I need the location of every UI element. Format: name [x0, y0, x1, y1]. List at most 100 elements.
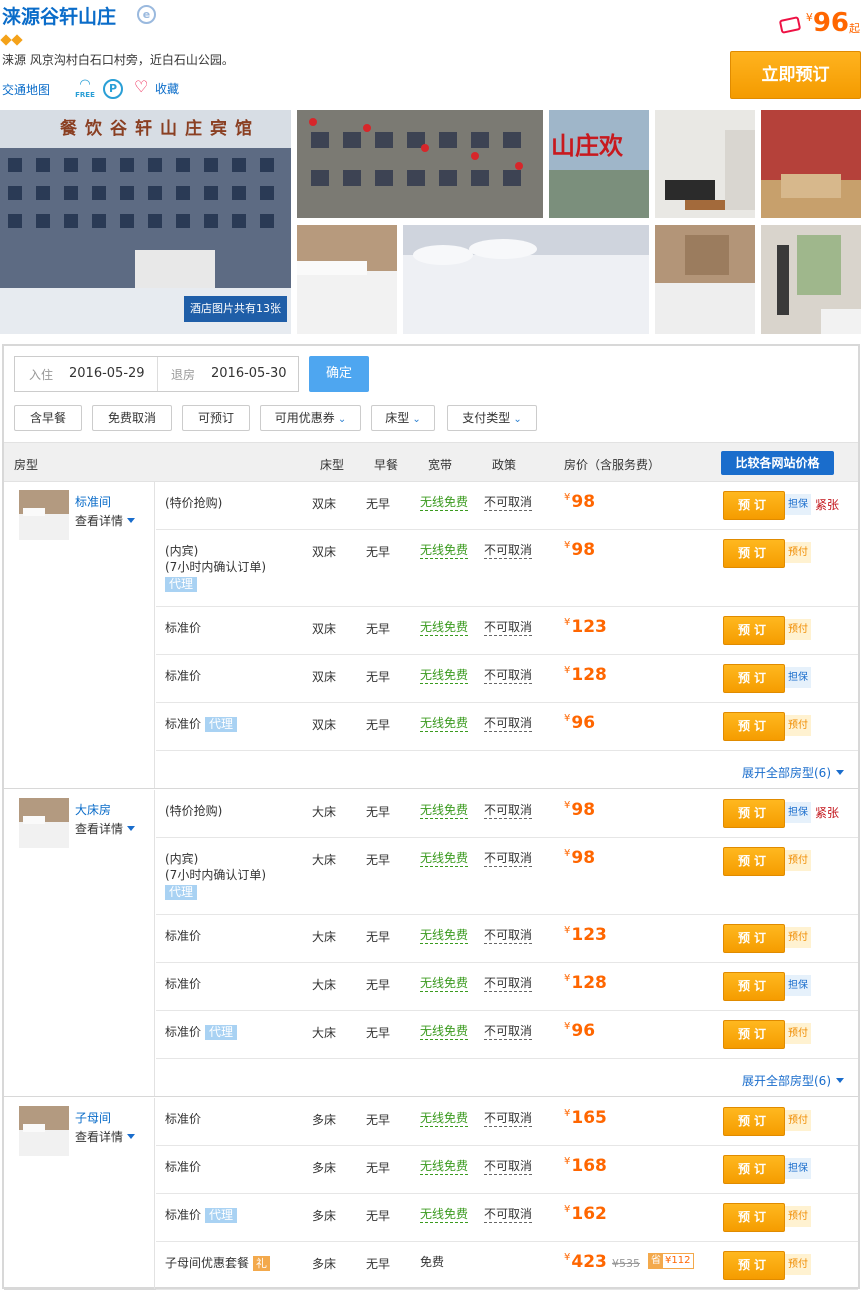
- photo-count-badge[interactable]: 酒店图片共有13张: [184, 296, 287, 322]
- heart-icon[interactable]: ♡: [134, 77, 148, 97]
- book-button[interactable]: 预订: [723, 1155, 785, 1184]
- room-price: ¥96: [564, 1021, 595, 1041]
- book-button[interactable]: 预订: [723, 799, 785, 828]
- room-window-photo[interactable]: [761, 225, 861, 334]
- filter-4[interactable]: 可用优惠券 ⌄: [260, 405, 361, 431]
- cancel-policy[interactable]: 不可取消: [484, 928, 533, 944]
- room-thumbnail[interactable]: [19, 490, 69, 540]
- checkin-date-input[interactable]: 2016-05-29: [69, 366, 145, 381]
- reception-photo[interactable]: [761, 110, 861, 218]
- internet[interactable]: 无线免费: [420, 668, 469, 684]
- room-thumbnail[interactable]: [19, 1106, 69, 1156]
- book-button[interactable]: 预订: [723, 664, 785, 693]
- compare-prices-button[interactable]: 比较各网站价格: [721, 451, 834, 475]
- expand-rooms-text[interactable]: 展开全部房型(6): [742, 1072, 844, 1089]
- filter-2[interactable]: 免费取消: [92, 405, 172, 431]
- rate-row: 标准价 大床 无早 无线免费 不可取消 ¥128 预订 担保: [156, 963, 858, 1011]
- date-selector[interactable]: 入住 2016-05-29 退房 2016-05-30: [14, 356, 299, 392]
- room-price: ¥128: [564, 665, 607, 685]
- internet[interactable]: 无线免费: [420, 1207, 469, 1223]
- twin-room-photo-2[interactable]: [655, 225, 755, 334]
- view-details-link[interactable]: 查看详情: [75, 820, 136, 837]
- book-button[interactable]: 预订: [723, 924, 785, 953]
- expand-rooms-link[interactable]: 展开全部房型(6): [156, 1059, 858, 1097]
- internet[interactable]: 无线免费: [420, 928, 469, 944]
- internet[interactable]: 无线免费: [420, 716, 469, 732]
- book-button[interactable]: 预订: [723, 972, 785, 1001]
- hotel-name[interactable]: 涞源谷轩山庄: [2, 2, 116, 29]
- welcome-sign-photo[interactable]: 山庄欢: [549, 110, 649, 218]
- hotel-exterior-photo[interactable]: 餐饮谷轩山庄宾馆 酒店图片共有13张: [0, 110, 291, 334]
- filter-label: 可预订: [197, 411, 234, 425]
- cancel-policy[interactable]: 不可取消: [484, 1159, 533, 1175]
- book-button[interactable]: 预订: [723, 616, 785, 645]
- rate-name-text: 标准价: [165, 669, 202, 683]
- internet[interactable]: 无线免费: [420, 543, 469, 559]
- book-button[interactable]: 预订: [723, 712, 785, 741]
- internet[interactable]: 无线免费: [420, 851, 469, 867]
- cancel-policy[interactable]: 不可取消: [484, 495, 533, 511]
- price-yen: ¥: [564, 1156, 571, 1167]
- hotel-facade-photo[interactable]: [297, 110, 543, 218]
- checkout-date-input[interactable]: 2016-05-30: [211, 366, 287, 381]
- book-button[interactable]: 预订: [723, 1020, 785, 1049]
- expand-rooms-text[interactable]: 展开全部房型(6): [742, 764, 844, 781]
- header-room-type: 房型: [14, 458, 39, 472]
- cancel-policy[interactable]: 不可取消: [484, 1111, 533, 1127]
- filter-6[interactable]: 支付类型 ⌄: [447, 405, 537, 431]
- cancel-policy[interactable]: 不可取消: [484, 1024, 533, 1040]
- internet[interactable]: 无线免费: [420, 495, 469, 511]
- cancel-policy[interactable]: 不可取消: [484, 851, 533, 867]
- book-button[interactable]: 预订: [723, 847, 785, 876]
- price-yen: ¥: [564, 925, 571, 936]
- view-details-link[interactable]: 查看详情: [75, 1128, 136, 1145]
- svg-text:山庄欢: 山庄欢: [551, 132, 624, 160]
- cancel-policy[interactable]: 不可取消: [484, 668, 533, 684]
- cancel-policy[interactable]: 不可取消: [484, 803, 533, 819]
- rate-row: 标准价 代理 双床 无早 无线免费 不可取消 ¥96 预订 预付: [156, 703, 858, 751]
- internet[interactable]: 无线免费: [420, 1111, 469, 1127]
- book-button[interactable]: 预订: [723, 1107, 785, 1136]
- rate-row: 标准价 多床 无早 无线免费 不可取消 ¥168 预订 担保: [156, 1146, 858, 1194]
- room-thumbnail[interactable]: [19, 798, 69, 848]
- internet[interactable]: 无线免费: [420, 1159, 469, 1175]
- map-link[interactable]: 交通地图: [2, 81, 50, 98]
- lobby-photo[interactable]: [655, 110, 755, 218]
- cancel-policy[interactable]: 不可取消: [484, 543, 533, 559]
- internet[interactable]: 无线免费: [420, 803, 469, 819]
- internet[interactable]: 无线免费: [420, 1024, 469, 1040]
- book-button[interactable]: 预订: [723, 539, 785, 568]
- diamond-icon: [11, 34, 23, 46]
- view-details-link[interactable]: 查看详情: [75, 512, 136, 529]
- rate-name: (特价抢购): [165, 495, 222, 511]
- book-button[interactable]: 预订: [723, 491, 785, 520]
- cancel-policy[interactable]: 不可取消: [484, 620, 533, 636]
- book-button[interactable]: 预订: [723, 1203, 785, 1232]
- bed-photo[interactable]: [403, 225, 649, 334]
- confirm-button[interactable]: 确定: [309, 356, 369, 392]
- agent-tag: 代理: [165, 885, 198, 900]
- book-now-button[interactable]: 立即预订: [730, 51, 861, 99]
- internet[interactable]: 无线免费: [420, 620, 469, 636]
- payment-type-badge: 预付: [785, 542, 811, 563]
- filter-3[interactable]: 可预订: [182, 405, 250, 431]
- cancel-policy[interactable]: 不可取消: [484, 716, 533, 732]
- price-yen: ¥: [564, 800, 571, 811]
- favorite-link[interactable]: 收藏: [155, 80, 179, 97]
- room-type-name[interactable]: 标准间: [75, 493, 111, 510]
- book-button[interactable]: 预订: [723, 1251, 785, 1280]
- filter-1[interactable]: 含早餐: [14, 405, 82, 431]
- filter-5[interactable]: 床型 ⌄: [371, 405, 435, 431]
- bed-type: 双床: [312, 545, 337, 559]
- rate-name-sub: (7小时内确认订单): [165, 868, 266, 882]
- room-type-name[interactable]: 子母间: [75, 1109, 111, 1126]
- room-price: ¥165: [564, 1108, 607, 1128]
- expand-rooms-link[interactable]: 展开全部房型(6): [156, 751, 858, 789]
- price-yen: ¥: [564, 1021, 571, 1032]
- twin-room-photo-1[interactable]: [297, 225, 397, 334]
- cancel-policy[interactable]: 不可取消: [484, 1207, 533, 1223]
- room-type-name[interactable]: 大床房: [75, 801, 111, 818]
- rate-row: 标准价 双床 无早 无线免费 不可取消 ¥123 预订 预付: [156, 607, 858, 655]
- cancel-policy[interactable]: 不可取消: [484, 976, 533, 992]
- internet[interactable]: 无线免费: [420, 976, 469, 992]
